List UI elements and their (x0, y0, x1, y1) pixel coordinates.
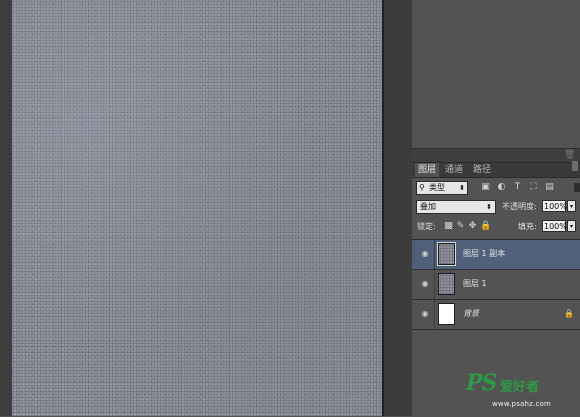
document-canvas[interactable] (12, 0, 382, 416)
lock-all-icon[interactable]: 🔒 (480, 222, 491, 231)
fill-input[interactable]: 100% (542, 220, 567, 232)
layer-row[interactable]: ◉ 图层 1 副本 (412, 240, 580, 270)
fill-label: 填充: (518, 222, 537, 231)
tab-channels[interactable]: 通道 (442, 163, 466, 177)
right-panel: 🗑 图层 通道 路径 ⚲ 类型 ⬍ ▣ ◐ T ⛶ ▤ 叠加 ⬍ 不透明度: 1… (412, 0, 580, 417)
lock-image-pixels-icon[interactable]: ✎ (456, 222, 465, 231)
watermark-site-name: 爱好者 (500, 380, 540, 395)
fill-dropdown-icon[interactable]: ▾ (567, 220, 576, 232)
layer-name[interactable]: 图层 1 副本 (463, 248, 505, 260)
eye-icon[interactable]: ◉ (420, 280, 430, 288)
chevron-updown-icon: ⬍ (459, 184, 465, 192)
site-watermark: PS 爱好者 www.psahz.com (462, 370, 580, 416)
smart-object-filter-icon[interactable]: ▤ (545, 183, 554, 192)
tab-paths[interactable]: 路径 (470, 163, 494, 177)
lock-transparent-pixels-icon[interactable]: ▩ (444, 222, 453, 231)
collapsed-panel-strip[interactable] (384, 0, 413, 416)
layer-row[interactable]: ◉ 背景 🔒 (412, 300, 580, 330)
opacity-dropdown-icon[interactable]: ▾ (567, 200, 576, 212)
canvas-area[interactable] (0, 0, 384, 416)
lock-icon: 🔒 (564, 309, 574, 318)
filter-toggle[interactable] (574, 183, 580, 192)
filter-kind-label: 类型 (429, 183, 445, 192)
opacity-input[interactable]: 100% (542, 200, 567, 212)
panel-tabs: 图层 通道 路径 (412, 161, 580, 178)
filter-kind-select[interactable]: ⚲ 类型 ⬍ (416, 181, 468, 195)
blend-mode-value: 叠加 (420, 202, 436, 211)
lock-label: 锁定: (417, 222, 436, 231)
panel-menu-icon[interactable] (572, 161, 578, 171)
watermark-logo: PS (466, 370, 497, 396)
layer-thumbnail (437, 242, 456, 266)
eye-icon[interactable]: ◉ (420, 310, 430, 318)
blend-row: 叠加 ⬍ 不透明度: 100% ▾ (412, 199, 580, 215)
search-icon: ⚲ (419, 183, 425, 192)
type-filter-icon[interactable]: T (513, 183, 522, 192)
layer-thumbnail (438, 303, 455, 325)
blend-mode-select[interactable]: 叠加 ⬍ (416, 200, 496, 214)
opacity-label: 不透明度: (502, 202, 537, 211)
chevron-updown-icon: ⬍ (486, 203, 492, 211)
watermark-url: www.psahz.com (492, 400, 552, 408)
divider (434, 240, 435, 269)
layer-row[interactable]: ◉ 图层 1 (412, 270, 580, 300)
adjustment-filter-icon[interactable]: ◐ (497, 183, 506, 192)
divider (434, 270, 435, 299)
divider (434, 300, 435, 329)
eye-icon[interactable]: ◉ (420, 250, 430, 258)
image-filter-icon[interactable]: ▣ (481, 183, 490, 192)
layer-name[interactable]: 图层 1 (463, 278, 487, 290)
lock-row: 锁定: ▩ ✎ ✥ 🔒 填充: 100% ▾ (412, 219, 580, 235)
dock-bar: 🗑 (412, 148, 580, 163)
layer-list: ◉ 图层 1 副本 ◉ 图层 1 ◉ 背景 🔒 (412, 239, 580, 330)
lock-position-icon[interactable]: ✥ (468, 222, 477, 231)
layer-name[interactable]: 背景 (463, 308, 479, 320)
tab-layers[interactable]: 图层 (415, 163, 440, 177)
layer-thumbnail (438, 273, 455, 295)
shape-filter-icon[interactable]: ⛶ (529, 183, 538, 192)
trash-icon[interactable]: 🗑 (564, 151, 575, 160)
empty-dock-area (412, 0, 580, 148)
layer-filter-row: ⚲ 类型 ⬍ ▣ ◐ T ⛶ ▤ (412, 180, 580, 195)
